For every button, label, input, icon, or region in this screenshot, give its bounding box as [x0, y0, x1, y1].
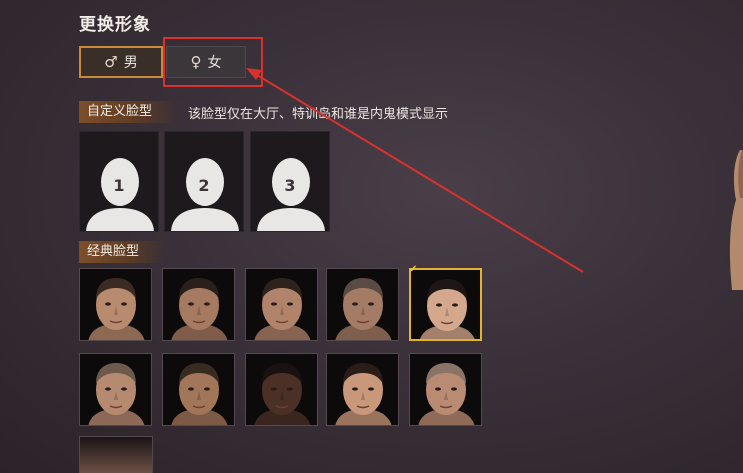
annotation-arrow: [246, 68, 584, 273]
